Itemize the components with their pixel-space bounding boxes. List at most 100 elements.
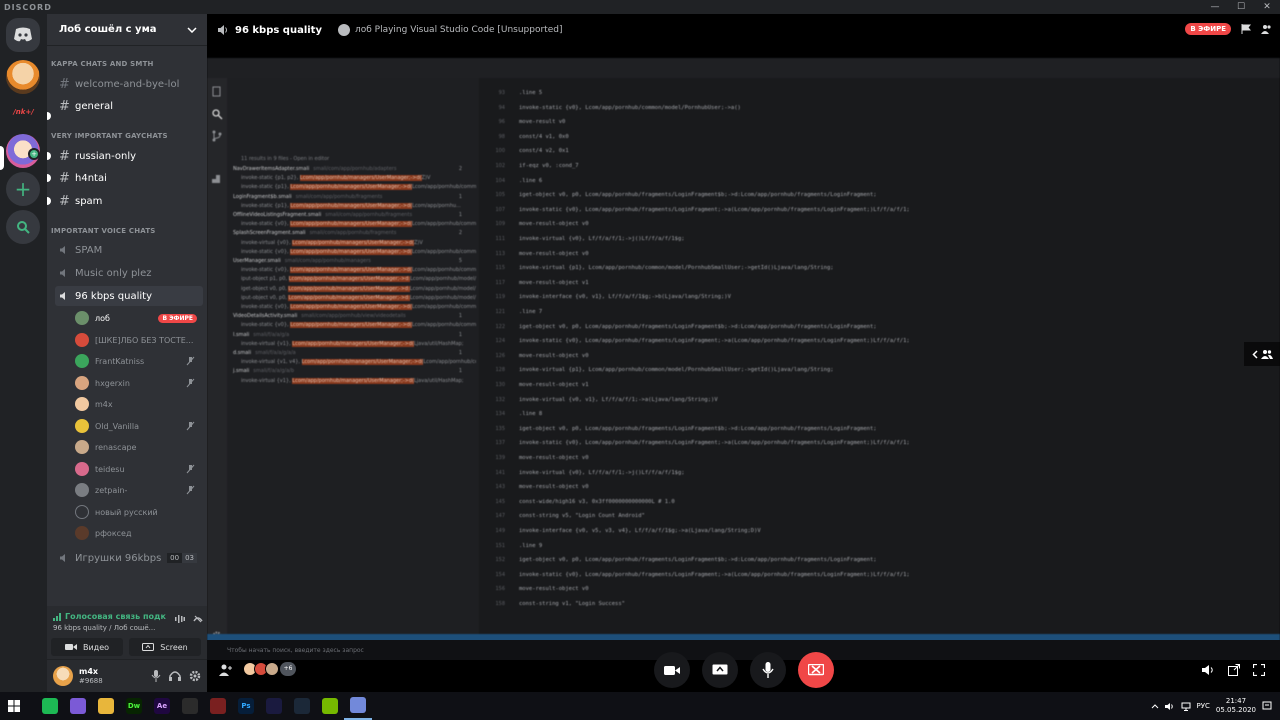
chevron-up-icon[interactable] [1151,703,1159,709]
code-line: .line 7 [519,309,543,315]
keyboard-language[interactable]: РУС [1197,702,1210,710]
volume-icon[interactable] [1201,664,1215,676]
server-icon-1[interactable] [6,60,40,94]
taskbar-spotify[interactable] [36,692,64,720]
line-number: 130 [495,382,505,388]
taskbar-dreamweaver[interactable]: Dw [120,692,148,720]
voice-user[interactable]: hxgerxin [75,373,203,393]
channel-welcome[interactable]: # welcome-and-bye-lol [55,74,203,94]
channel-label: Music only plez [75,267,152,279]
taskbar-discord[interactable] [344,692,372,720]
channel-sidebar: Лоб сошёл с ума KAPPA CHATS AND SMTH # we… [47,14,207,692]
members-icon[interactable] [1261,24,1272,34]
taskbar-after-effects[interactable]: Ae [148,692,176,720]
maximize-button[interactable]: ☐ [1228,0,1254,14]
close-button[interactable]: ✕ [1254,0,1280,14]
start-button[interactable] [0,692,28,720]
taskbar-nvidia[interactable] [316,692,344,720]
stream-header: 96 kbps quality лоб Playing Visual Studi… [207,14,1280,46]
headphones-icon[interactable] [169,670,181,682]
microphone-icon[interactable] [151,670,161,682]
voice-channel-96kbps[interactable]: 96 kbps quality [55,286,203,306]
channel-label: welcome-and-bye-lol [75,78,180,90]
video-button[interactable]: Видео [51,638,123,656]
category-important[interactable]: VERY IMPORTANT GAYCHATS [51,132,168,140]
line-number: 105 [495,192,505,199]
line-number: 145 [495,498,505,505]
voice-status[interactable]: Голосовая связь подк [53,612,166,621]
fullscreen-icon[interactable] [1253,664,1265,676]
gear-icon[interactable] [189,670,201,682]
volume-icon[interactable] [1164,702,1175,711]
add-server-button[interactable]: + [6,172,40,206]
code-line: iget-object v0, p0, Lcom/app/pornhub/fra… [519,323,877,330]
voice-user[interactable]: FrantKatniss [75,351,203,371]
result-file-name: j.smali [233,368,250,375]
result-file: NavDrawerItemsAdapter.smali smali/com/app… [233,166,468,175]
stop-stream-icon [808,663,824,675]
code-line: move-result-object v0 [519,455,589,461]
channel-russian-only[interactable]: # russian-only [55,146,203,166]
user-info[interactable]: m4x #9688 [79,667,103,686]
notifications-icon[interactable] [1262,701,1272,711]
category-voice[interactable]: IMPORTANT VOICE CHATS [51,227,156,235]
voice-user[interactable]: renascape [75,437,203,457]
taskbar-photoshop[interactable]: Ps [232,692,260,720]
participants[interactable]: +6 [243,662,296,676]
clock[interactable]: 21:47 05.05.2020 [1216,697,1256,715]
line-number: 152 [495,557,505,564]
user-avatar[interactable] [53,666,73,686]
voice-user[interactable]: m4x [75,394,203,414]
user-controls [151,670,201,682]
category-kappa[interactable]: KAPPA CHATS AND SMTH [51,60,154,68]
flag-icon[interactable] [1241,24,1251,34]
taskbar-terminal[interactable] [176,692,204,720]
taskbar-winrar[interactable] [204,692,232,720]
voice-user[interactable]: zetpain- [75,480,203,500]
channel-h4ntai[interactable]: # h4ntai [55,168,203,188]
camera-button[interactable] [654,652,690,688]
streamed-editor[interactable]: 11 results in 9 files - Open in editor N… [207,58,1280,654]
voice-channel-spam[interactable]: SPAM [55,240,203,260]
system-tray: РУС 21:47 05.05.2020 [1151,692,1272,720]
add-person-icon[interactable] [219,664,233,676]
home-button[interactable] [6,18,40,52]
voice-user-lob[interactable]: лоб В ЭФИРЕ [75,308,203,328]
network-icon[interactable] [1181,702,1191,711]
voice-user[interactable]: рфоксед [75,523,203,543]
code-line: const-string v5, "Login Count Android" [519,513,645,520]
voice-channel-games[interactable]: Игрушки 96kbps 00 03 [55,548,203,568]
video-label: Видео [82,642,110,652]
taskbar-steam[interactable] [288,692,316,720]
minimize-button[interactable]: — [1202,0,1228,14]
result-match-text: invoke-virtual {v1}, [241,377,293,384]
screen-share-button[interactable]: Screen [129,638,201,656]
voice-user[interactable]: Old_Vanilla [75,416,203,436]
members-toggle-button[interactable] [1244,342,1280,366]
stream-header-actions: В ЭФИРЕ [1185,23,1272,35]
line-number: 107 [495,206,505,213]
channel-general[interactable]: # general [55,96,203,116]
taskbar-explorer[interactable] [92,692,120,720]
voice-channel-music[interactable]: Music only plez [55,263,203,283]
mic-muted-icon [186,485,195,495]
guild-header[interactable]: Лоб сошёл с ума [47,14,207,46]
voice-user[interactable]: новый русский [75,502,203,522]
result-match-tail: Lcom/app/pornhub/model/... [410,276,476,283]
voice-connection-panel: Голосовая связь подк 96 kbps quality / Л… [47,606,207,660]
voice-user[interactable]: teidesu [75,459,203,479]
microphone-button[interactable] [750,652,786,688]
result-file-path: smali/com/app/pornhub/managers [284,258,371,264]
channel-spam[interactable]: # spam [55,191,203,211]
voice-user[interactable]: [ШКЕ]ЛБО БЕЗ ТОСТЕ... [75,330,203,350]
noise-suppression-icon[interactable] [175,614,185,624]
disconnect-icon[interactable] [193,614,203,624]
explore-servers-button[interactable] [6,210,40,244]
taskbar-mail[interactable] [64,692,92,720]
result-match-hl: Lcom/app/pornhub/managers/UserManager;->… [290,304,412,310]
taskbar-premiere[interactable] [260,692,288,720]
screen-share-button[interactable] [702,652,738,688]
end-stream-button[interactable] [798,652,834,688]
popout-icon[interactable] [1228,664,1240,676]
result-match-hl: Lcom/app/pornhub/managers/UserManager;->… [290,248,412,255]
